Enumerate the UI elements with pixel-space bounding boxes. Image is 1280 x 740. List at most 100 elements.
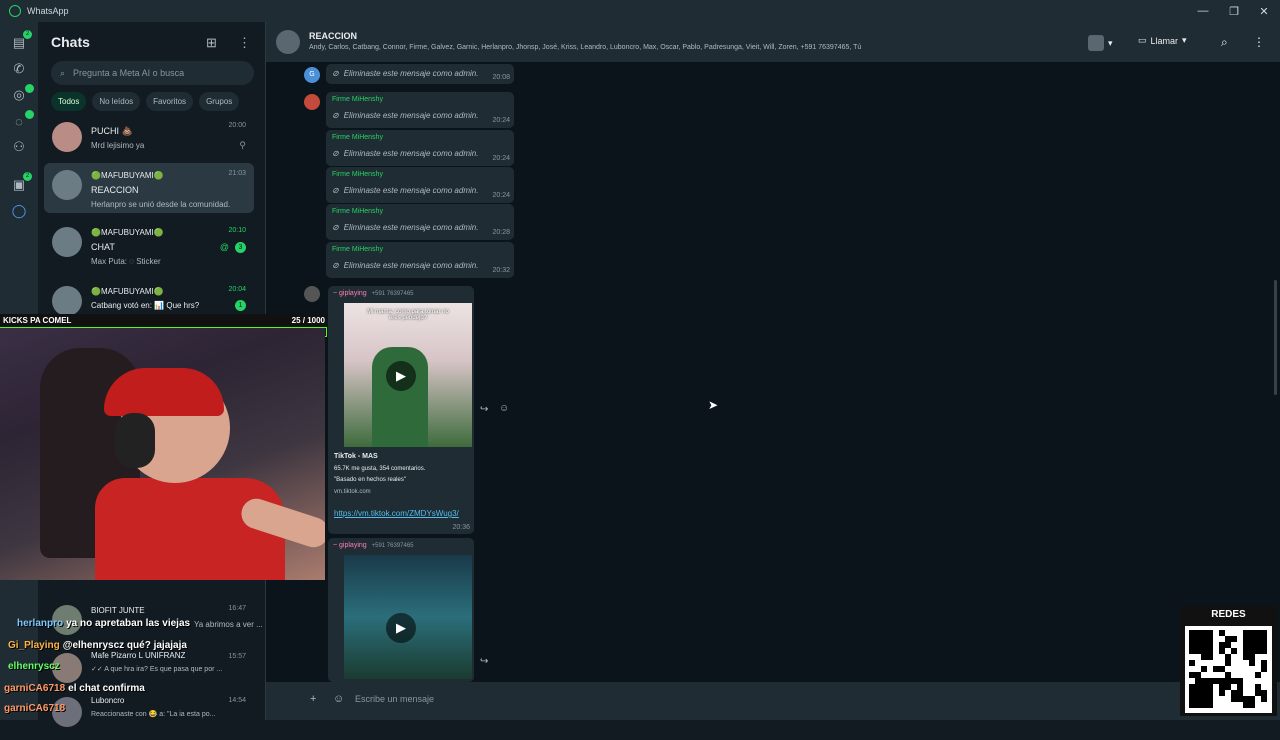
sender-phone: +591 76397465: [371, 543, 414, 549]
qr-overlay: REDES: [1180, 606, 1277, 716]
message-bubble[interactable]: Firme MiHenshy ⊘ Eliminaste este mensaje…: [326, 242, 514, 278]
search-input[interactable]: ⌕ Pregunta a Meta AI o busca: [51, 61, 254, 85]
stream-chat-line: Gi_Playing @elhenryscz qué? jajajaja: [8, 640, 187, 651]
menu-icon[interactable]: ⋮: [1253, 35, 1265, 49]
chat-name: BIOFIT JUNTE: [91, 606, 145, 615]
link-url[interactable]: https://vm.tiktok.com/ZMDYsWug3/: [334, 508, 472, 519]
chat-item-luboncro[interactable]: Luboncro Reaccionaste con 😂 a: "La ia es…: [44, 690, 254, 740]
qr-module: [1207, 654, 1213, 660]
message-time: 20:24: [492, 117, 510, 124]
filter-no-leidos[interactable]: No leídos: [92, 92, 141, 111]
forward-icon[interactable]: ↪: [480, 404, 488, 415]
chat-time: 14:54: [228, 697, 246, 704]
chat-item-chat[interactable]: 🟢MAFUBUYAMI🟢 CHAT Max Puta: ◌ Sticker 20…: [44, 220, 254, 270]
emoji-icon[interactable]: ☺: [333, 693, 344, 705]
message-text: ⊘ Eliminaste este mensaje como admin.: [332, 111, 479, 120]
qr-module: [1189, 660, 1195, 666]
thumbnail-caption: Mi mama: como para tomar no eres pendejo…: [367, 309, 449, 321]
chat-item-puchi[interactable]: PUCHI 💩 Mrd lejisimo ya 20:00 ⚲: [44, 115, 254, 165]
message-bubble[interactable]: Firme MiHenshy ⊘ Eliminaste este mensaje…: [326, 130, 514, 166]
tiktok-message[interactable]: ~ giplaying +591 76397465 Mi mama: como …: [328, 286, 474, 534]
message-input[interactable]: Escribe un mensaje: [355, 694, 434, 704]
group-members: Andy, Carlos, Catbang, Connor, Firme, Ga…: [309, 44, 862, 51]
webcam-overlay: [0, 328, 325, 580]
new-chat-icon[interactable]: ⊞: [206, 35, 217, 51]
qr-module: [1261, 696, 1267, 702]
video-message[interactable]: ~ giplaying +591 76397465 ▶: [328, 538, 474, 682]
participants-dropdown[interactable]: ▾: [1088, 35, 1113, 51]
chat-time: 21:03: [228, 170, 246, 177]
filter-favoritos[interactable]: Favoritos: [146, 92, 194, 111]
message-time: 20:08: [492, 74, 510, 81]
chats-badge: 2: [23, 30, 32, 39]
avatar: [52, 122, 82, 152]
message-bubble[interactable]: Firme MiHenshy ⊘ Eliminaste este mensaje…: [326, 167, 514, 203]
qr-module: [1201, 666, 1207, 672]
message-bubble[interactable]: Firme MiHenshy ⊘ Eliminaste este mensaje…: [326, 204, 514, 240]
meta-ai-icon[interactable]: ◯: [10, 202, 28, 220]
emoji-react-icon[interactable]: ☺: [499, 403, 509, 414]
call-button[interactable]: ▭ Llamar ▾: [1138, 35, 1187, 46]
chat-preview: ✓✓ A que hra ira? Es que pasa que por ..…: [91, 666, 223, 673]
chat-time: 15:57: [228, 653, 246, 660]
chat-name: CHAT: [91, 242, 115, 252]
channels-dot: [25, 110, 34, 119]
chats-title: Chats: [51, 34, 90, 50]
play-icon[interactable]: ▶: [386, 613, 416, 643]
calls-icon[interactable]: ✆: [10, 60, 28, 78]
link-title: TikTok - MAS: [334, 453, 378, 460]
chevron-down-icon: ▾: [1182, 35, 1187, 45]
message-composer: + ☺ Escribe un mensaje: [266, 682, 1280, 720]
message-text: ⊘ Eliminaste este mensaje como admin.: [332, 261, 479, 270]
message-bubble[interactable]: ⊘ Eliminaste este mensaje como admin. 20…: [326, 64, 514, 84]
pin-icon: ⚲: [239, 140, 246, 150]
chat-scrollbar[interactable]: [1274, 280, 1277, 395]
chat-preview: Herlanpro se unió desde la comunidad.: [91, 200, 231, 209]
kicks-goal-count: 25 / 1000: [291, 316, 325, 325]
message-text: ⊘ Eliminaste este mensaje como admin.: [332, 186, 479, 195]
close-button[interactable]: ✕: [1249, 0, 1279, 22]
unread-badge: 1: [235, 300, 246, 311]
play-icon[interactable]: ▶: [386, 361, 416, 391]
whatsapp-logo-icon: [9, 5, 21, 17]
chat-item-reaccion[interactable]: 🟢MAFUBUYAMI🟢 REACCION Herlanpro se unió …: [44, 163, 254, 213]
menu-icon[interactable]: ⋮: [238, 35, 251, 51]
chat-preview: Max Puta: ◌ Sticker: [91, 257, 161, 266]
mention-icon: @: [219, 242, 229, 252]
message-bubble[interactable]: Firme MiHenshy ⊘ Eliminaste este mensaje…: [326, 92, 514, 128]
qr-module: [1249, 660, 1255, 666]
avatar: [52, 286, 82, 316]
search-icon[interactable]: ⌕: [1221, 35, 1228, 50]
avatar: G: [304, 67, 320, 83]
kicks-goal-label: KICKS PA COMEL: [3, 316, 72, 325]
message-time: 20:24: [492, 155, 510, 162]
qr-module: [1261, 648, 1267, 654]
avatar: [52, 227, 82, 257]
message-sender: Firme MiHenshy: [332, 134, 383, 141]
qr-module: [1225, 660, 1231, 666]
community-name: 🟢MAFUBUYAMI🟢: [91, 171, 164, 180]
message-sender: Firme MiHenshy: [332, 96, 383, 103]
attach-plus-icon[interactable]: +: [310, 693, 316, 705]
qr-module: [1231, 648, 1237, 654]
link-quote: "Basado en hechos reales": [334, 477, 406, 483]
qr-module: [1219, 690, 1225, 696]
prohibited-icon: ⊘: [332, 69, 339, 78]
minimize-button[interactable]: —: [1188, 0, 1218, 22]
avatar: [1088, 35, 1104, 51]
filter-todos[interactable]: Todos: [51, 92, 87, 111]
chat-name: PUCHI 💩: [91, 126, 133, 136]
communities-icon[interactable]: ⚇: [10, 138, 28, 156]
message-text: ⊘ Eliminaste este mensaje como admin.: [332, 69, 479, 78]
conversation-header[interactable]: REACCION Andy, Carlos, Catbang, Connor, …: [266, 22, 1280, 62]
maximize-button[interactable]: ❐: [1219, 0, 1249, 22]
prohibited-icon: ⊘: [332, 261, 339, 270]
filter-grupos[interactable]: Grupos: [199, 92, 240, 111]
message-time: 20:24: [492, 192, 510, 199]
qr-module: [1207, 702, 1213, 708]
mouse-cursor: ➤: [708, 398, 719, 412]
message-text: ⊘ Eliminaste este mensaje como admin.: [332, 223, 479, 232]
forward-icon[interactable]: ↪: [480, 656, 488, 667]
streamer-cap: [104, 368, 224, 416]
group-avatar[interactable]: [276, 30, 300, 54]
